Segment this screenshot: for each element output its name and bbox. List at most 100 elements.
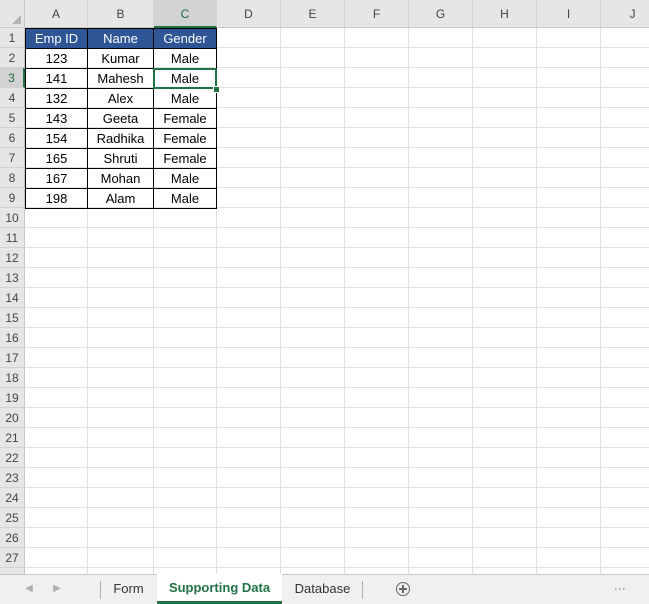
cell-gender-selected[interactable]: Male	[154, 69, 217, 89]
cell-gender[interactable]: Male	[154, 89, 217, 109]
gridline	[25, 447, 649, 448]
cell-name[interactable]: Radhika	[88, 129, 154, 149]
cell-name[interactable]: Geeta	[88, 109, 154, 129]
gridline	[472, 28, 473, 574]
row-header-26[interactable]: 26	[0, 528, 25, 548]
table-header-emp-id[interactable]: Emp ID	[25, 28, 88, 49]
gridline	[408, 28, 409, 574]
sheet-tab-bar: ◀ ▶ Form Supporting Data Database ⋮	[0, 574, 649, 604]
cell-gender[interactable]: Female	[154, 149, 217, 169]
row-header-18[interactable]: 18	[0, 368, 25, 388]
chevron-left-icon[interactable]: ◀	[23, 583, 35, 595]
chevron-right-icon[interactable]: ▶	[51, 583, 63, 595]
column-header-j[interactable]: J	[601, 0, 649, 28]
row-header-14[interactable]: 14	[0, 288, 25, 308]
row-header-7[interactable]: 7	[0, 148, 25, 168]
gridline	[25, 227, 649, 228]
row-header-5[interactable]: 5	[0, 108, 25, 128]
gridline	[25, 487, 649, 488]
cell-gender[interactable]: Male	[154, 169, 217, 189]
column-header-f[interactable]: F	[345, 0, 409, 28]
gridline	[25, 247, 649, 248]
tab-database[interactable]: Database	[283, 575, 362, 604]
row-header-9[interactable]: 9	[0, 188, 25, 208]
gridline	[25, 467, 649, 468]
cell-name[interactable]: Shruti	[88, 149, 154, 169]
column-header-c[interactable]: C	[154, 0, 217, 28]
gridline	[25, 287, 649, 288]
column-header-d[interactable]: D	[217, 0, 281, 28]
gridline	[344, 28, 345, 574]
cell-emp-id[interactable]: 154	[25, 129, 88, 149]
gridline	[25, 547, 649, 548]
row-header-3[interactable]: 3	[0, 68, 25, 88]
select-all-corner[interactable]	[0, 0, 25, 28]
fill-handle[interactable]	[213, 86, 220, 93]
cell-gender[interactable]: Female	[154, 109, 217, 129]
row-header-17[interactable]: 17	[0, 348, 25, 368]
gridline	[600, 28, 601, 574]
gridline	[25, 567, 649, 568]
row-header-11[interactable]: 11	[0, 228, 25, 248]
gridline	[25, 507, 649, 508]
column-header-b[interactable]: B	[88, 0, 154, 28]
gridline	[25, 267, 649, 268]
cell-emp-id[interactable]: 198	[25, 189, 88, 209]
cell-gender[interactable]: Female	[154, 129, 217, 149]
column-header-a[interactable]: A	[25, 0, 88, 28]
row-header-23[interactable]: 23	[0, 468, 25, 488]
tab-form[interactable]: Form	[101, 575, 156, 604]
row-header-22[interactable]: 22	[0, 448, 25, 468]
gridline	[536, 28, 537, 574]
row-header-4[interactable]: 4	[0, 88, 25, 108]
table-header-name[interactable]: Name	[88, 28, 154, 49]
cell-gender[interactable]: Male	[154, 189, 217, 209]
row-header-12[interactable]: 12	[0, 248, 25, 268]
select-all-triangle-icon	[12, 15, 21, 24]
column-header-i[interactable]: I	[537, 0, 601, 28]
cell-name[interactable]: Alex	[88, 89, 154, 109]
cell-name[interactable]: Mahesh	[88, 69, 154, 89]
tab-supporting-data[interactable]: Supporting Data	[157, 574, 282, 604]
plus-circle-icon[interactable]	[396, 582, 410, 596]
row-header-24[interactable]: 24	[0, 488, 25, 508]
row-header-8[interactable]: 8	[0, 168, 25, 188]
gridline	[25, 307, 649, 308]
row-header-2[interactable]: 2	[0, 48, 25, 68]
gridline	[25, 407, 649, 408]
spreadsheet-grid[interactable]: A B C D E F G H I J 1 2 3 4 5 6 7 8 9 10…	[0, 0, 649, 574]
cell-emp-id[interactable]: 167	[25, 169, 88, 189]
row-header-27[interactable]: 27	[0, 548, 25, 568]
row-header-25[interactable]: 25	[0, 508, 25, 528]
table-header-gender[interactable]: Gender	[154, 28, 217, 49]
cell-name[interactable]: Mohan	[88, 169, 154, 189]
gridline	[25, 347, 649, 348]
cell-emp-id[interactable]: 141	[25, 69, 88, 89]
column-header-g[interactable]: G	[409, 0, 473, 28]
cell-gender[interactable]: Male	[154, 49, 217, 69]
cell-emp-id[interactable]: 143	[25, 109, 88, 129]
row-header-20[interactable]: 20	[0, 408, 25, 428]
gridline	[25, 387, 649, 388]
row-header-10[interactable]: 10	[0, 208, 25, 228]
row-header-19[interactable]: 19	[0, 388, 25, 408]
gridline	[25, 427, 649, 428]
cell-emp-id[interactable]: 165	[25, 149, 88, 169]
gridline	[25, 327, 649, 328]
row-header-15[interactable]: 15	[0, 308, 25, 328]
cell-emp-id[interactable]: 123	[25, 49, 88, 69]
column-header-h[interactable]: H	[473, 0, 537, 28]
row-header-16[interactable]: 16	[0, 328, 25, 348]
row-header-6[interactable]: 6	[0, 128, 25, 148]
vertical-dots-icon[interactable]: ⋮	[613, 583, 627, 596]
cell-emp-id[interactable]: 132	[25, 89, 88, 109]
cell-name[interactable]: Kumar	[88, 49, 154, 69]
gridline	[25, 367, 649, 368]
row-header-1[interactable]: 1	[0, 28, 25, 48]
gridline	[280, 28, 281, 574]
gridline	[25, 527, 649, 528]
row-header-21[interactable]: 21	[0, 428, 25, 448]
column-header-e[interactable]: E	[281, 0, 345, 28]
row-header-13[interactable]: 13	[0, 268, 25, 288]
cell-name[interactable]: Alam	[88, 189, 154, 209]
